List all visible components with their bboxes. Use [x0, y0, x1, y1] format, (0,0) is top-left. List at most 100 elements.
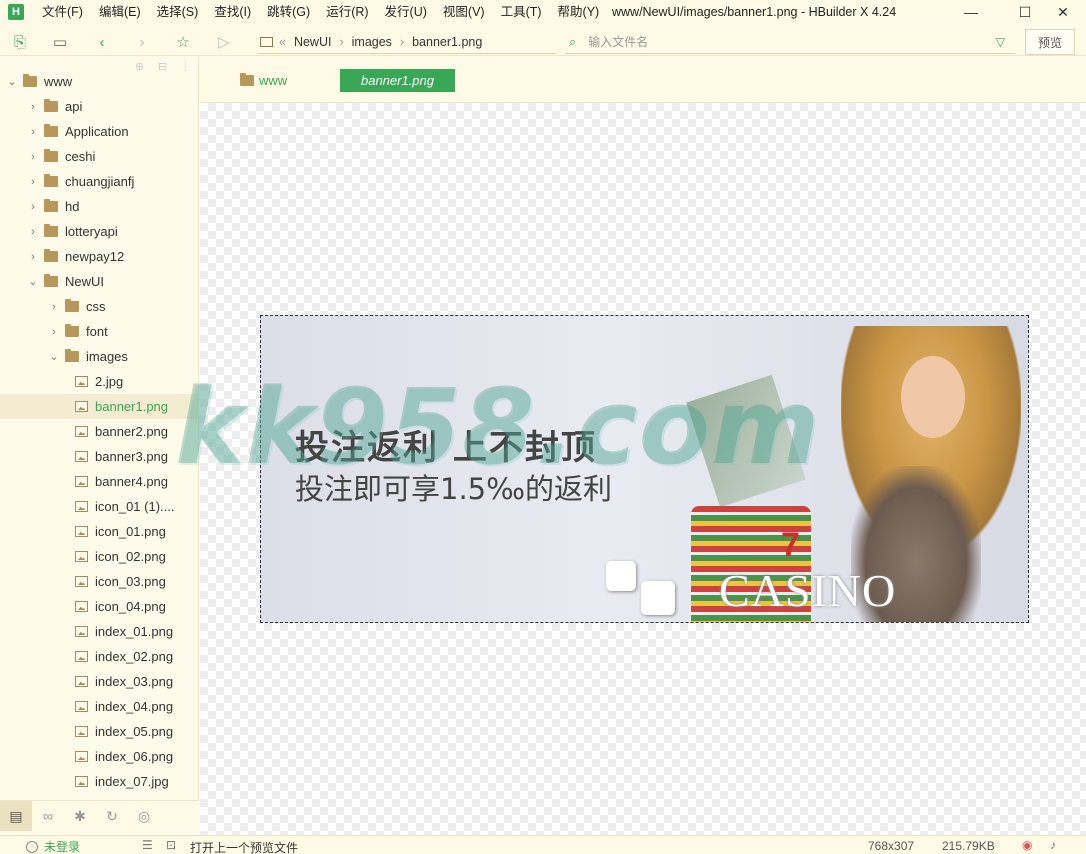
tree-folder-item[interactable]: › lotteryapi [0, 219, 198, 244]
run-icon[interactable]: ▷ [214, 32, 234, 52]
tree-file-item[interactable]: banner3.png [0, 444, 198, 469]
tree-file-item[interactable]: icon_01 (1).... [0, 494, 198, 519]
menu-item[interactable]: 跳转(G) [259, 0, 318, 24]
chevron-right-icon[interactable]: › [48, 326, 60, 338]
chevron-right-icon[interactable]: › [27, 251, 39, 263]
plugins-icon[interactable]: ∞ [32, 808, 64, 824]
favorite-star-icon[interactable]: ☆ [173, 32, 193, 52]
tree-file-item[interactable]: index_02.png [0, 644, 198, 669]
minimize-button[interactable]: — [948, 0, 994, 24]
tree-file-item[interactable]: index_05.png [0, 719, 198, 744]
menu-item[interactable]: 帮助(Y) [550, 0, 608, 24]
browser-icon[interactable]: ◎ [128, 808, 160, 825]
tree-folder-item[interactable]: › api [0, 94, 198, 119]
editor-area: www banner1.png 7 投注返利 上不封顶 投注即可享1.5‰的返利… [200, 57, 1086, 835]
tree-file-item[interactable]: banner1.png [0, 394, 198, 419]
tree-item-label: index_03.png [95, 674, 174, 689]
folder-icon [260, 36, 273, 47]
tree-item-label: newpay12 [65, 249, 125, 264]
tree-file-item[interactable]: index_07.jpg [0, 769, 198, 794]
banner-subline: 投注即可享1.5‰的返利 [295, 472, 613, 506]
toolbar: ⎘ ▭ ‹ › ☆ ▷ « NewUI › images › banner1.p… [0, 28, 1086, 56]
breadcrumb-collapse[interactable]: « [279, 35, 286, 49]
tree-item-label: Application [65, 124, 129, 139]
tree-file-item[interactable]: index_01.png [0, 619, 198, 644]
folder-icon [44, 274, 58, 287]
menu-item[interactable]: 查找(I) [206, 0, 259, 24]
back-icon[interactable]: ‹ [92, 32, 112, 52]
chevron-right-icon[interactable]: › [27, 226, 39, 238]
breadcrumb-item[interactable]: images [352, 35, 392, 49]
new-file-icon[interactable]: ⎘ [10, 32, 30, 52]
chevron-down-icon[interactable]: ⌄ [27, 275, 39, 288]
tree-file-item[interactable]: index_04.png [0, 694, 198, 719]
tree-file-item[interactable]: icon_02.png [0, 544, 198, 569]
menu-item[interactable]: 选择(S) [149, 0, 207, 24]
chevron-right-icon[interactable]: › [48, 301, 60, 313]
tree-file-item[interactable]: banner4.png [0, 469, 198, 494]
debug-icon[interactable]: ✱ [64, 808, 96, 825]
menu-item[interactable]: 文件(F) [34, 0, 91, 24]
tree-file-item[interactable]: icon_01.png [0, 519, 198, 544]
preview-button[interactable]: 预览 [1025, 29, 1075, 55]
tree-file-item[interactable]: banner2.png [0, 419, 198, 444]
tree-file-item[interactable]: index_06.png [0, 744, 198, 769]
dice-graphic [641, 581, 675, 615]
tree-folder-item[interactable]: › newpay12 [0, 244, 198, 269]
image-file-icon [75, 451, 88, 462]
menu-item[interactable]: 工具(T) [493, 0, 550, 24]
outline-icon[interactable]: ☰ [142, 838, 153, 852]
tree-folder-item[interactable]: ⌄ images [0, 344, 198, 369]
folder-icon [44, 199, 58, 212]
tree-folder-item[interactable]: › font [0, 319, 198, 344]
tree-file-item[interactable]: index_03.png [0, 669, 198, 694]
login-status[interactable]: 未登录 [26, 838, 80, 854]
folder-icon [44, 124, 58, 137]
chevron-down-icon[interactable]: ⌄ [48, 350, 60, 363]
tree-item-label: NewUI [65, 274, 105, 289]
tree-folder-item[interactable]: › hd [0, 194, 198, 219]
tab-bar: www banner1.png [200, 57, 1086, 103]
tab-banner1[interactable]: banner1.png [340, 69, 455, 92]
tree-file-item[interactable]: icon_04.png [0, 594, 198, 619]
image-file-icon [75, 601, 88, 612]
forward-icon[interactable]: › [132, 32, 152, 52]
source-control-icon[interactable]: ↻ [96, 808, 128, 825]
tree-folder-item[interactable]: ⌄ www [0, 69, 198, 94]
terminal-icon[interactable]: ⊡ [166, 838, 176, 852]
menu-item[interactable]: 发行(U) [377, 0, 435, 24]
tree-folder-item[interactable]: › ceshi [0, 144, 198, 169]
tree-folder-item[interactable]: › Application [0, 119, 198, 144]
tree-item-label: index_01.png [95, 624, 174, 639]
tree-folder-item[interactable]: › chuangjianfj [0, 169, 198, 194]
search-input[interactable]: 输入文件名 [588, 33, 648, 50]
breadcrumb-item[interactable]: banner1.png [412, 35, 482, 49]
menu-item[interactable]: 编辑(E) [91, 0, 149, 24]
chevron-right-icon[interactable]: › [27, 201, 39, 213]
tree-item-label: chuangjianfj [65, 174, 135, 189]
image-file-icon [75, 576, 88, 587]
chevron-right-icon[interactable]: › [27, 151, 39, 163]
tree-item-label: lotteryapi [65, 224, 118, 239]
close-button[interactable]: ✕ [1040, 0, 1086, 24]
tree-folder-item[interactable]: ⌄ NewUI [0, 269, 198, 294]
model-face-graphic [901, 356, 965, 438]
chevron-right-icon[interactable]: › [27, 101, 39, 113]
tree-file-item[interactable]: icon_03.png [0, 569, 198, 594]
tree-file-item[interactable]: 2.jpg [0, 369, 198, 394]
save-icon[interactable]: ▭ [50, 32, 70, 52]
feedback-icon[interactable]: ◉ [1022, 838, 1032, 852]
tree-folder-item[interactable]: › css [0, 294, 198, 319]
chevron-right-icon[interactable]: › [27, 126, 39, 138]
notification-bell-icon[interactable]: ♪ [1050, 838, 1056, 852]
filter-icon[interactable]: ▽ [996, 35, 1005, 49]
breadcrumb-item[interactable]: NewUI [294, 35, 332, 49]
menu-item[interactable]: 视图(V) [435, 0, 493, 24]
hbuilder-logo-icon: H [8, 4, 24, 20]
project-view-icon[interactable]: ▤ [0, 801, 32, 831]
chevron-down-icon[interactable]: ⌄ [6, 75, 18, 88]
file-search-box[interactable]: ⌕ 输入文件名 ▽ [565, 30, 1015, 54]
chevron-right-icon[interactable]: › [27, 176, 39, 188]
tab-project[interactable]: www [240, 73, 287, 88]
menu-item[interactable]: 运行(R) [318, 0, 376, 24]
